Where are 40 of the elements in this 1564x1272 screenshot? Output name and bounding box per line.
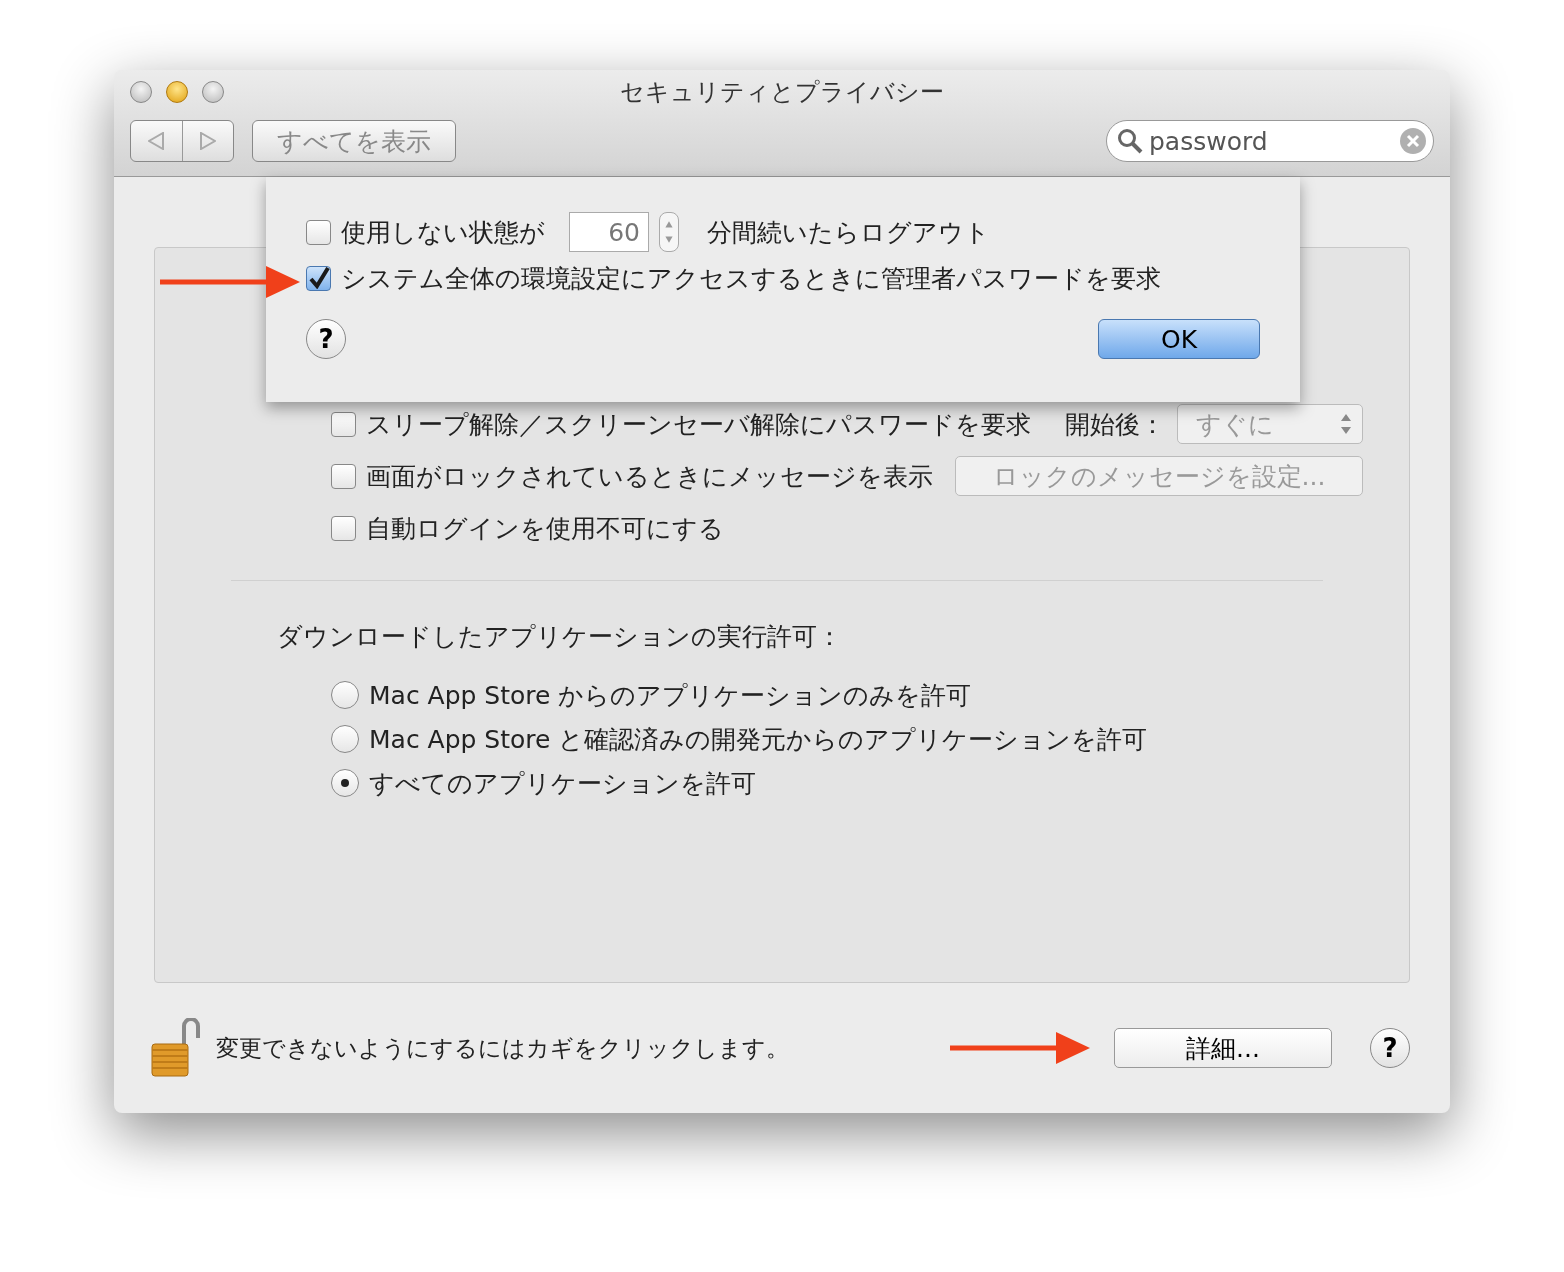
checkbox[interactable] bbox=[331, 463, 356, 489]
navigation-control[interactable] bbox=[130, 120, 234, 162]
help-button[interactable]: ? bbox=[306, 319, 346, 359]
close-button[interactable] bbox=[130, 81, 152, 103]
ok-button[interactable]: OK bbox=[1098, 319, 1260, 359]
left-triangle-icon bbox=[148, 132, 165, 150]
option-label: スリープ解除／スクリーンセーバ解除にパスワードを要求 bbox=[366, 408, 1031, 441]
checkbox[interactable] bbox=[306, 265, 331, 291]
stepper[interactable] bbox=[659, 212, 679, 252]
option-label: 使用しない状態が bbox=[341, 216, 545, 249]
radio-label: Mac App Store からのアプリケーションのみを許可 bbox=[369, 679, 972, 712]
checkbox[interactable] bbox=[306, 219, 331, 245]
minimize-button[interactable] bbox=[166, 81, 188, 103]
open-padlock-icon[interactable] bbox=[150, 1018, 202, 1078]
radio-label: Mac App Store と確認済みの開発元からのアプリケーションを許可 bbox=[369, 723, 1148, 756]
help-button[interactable]: ? bbox=[1370, 1028, 1410, 1068]
section-heading: ダウンロードしたアプリケーションの実行許可： bbox=[277, 620, 843, 653]
minutes-field[interactable]: 60 bbox=[569, 212, 649, 252]
radio-label: すべてのアプリケーションを許可 bbox=[369, 767, 756, 800]
zoom-button[interactable] bbox=[202, 81, 224, 103]
lock-hint: 変更できないようにするにはカギをクリックします。 bbox=[216, 1033, 789, 1063]
up-down-arrows-icon bbox=[1340, 412, 1352, 436]
clear-icon[interactable] bbox=[1399, 127, 1427, 155]
search-input[interactable]: password bbox=[1147, 125, 1395, 157]
checkbox[interactable] bbox=[331, 411, 356, 437]
search-icon bbox=[1117, 128, 1143, 154]
radio-button[interactable] bbox=[331, 681, 359, 709]
option-label: 自動ログインを使用不可にする bbox=[366, 512, 724, 545]
checkmark-icon bbox=[307, 267, 330, 289]
window-title: セキュリティとプライバシー bbox=[619, 77, 945, 108]
option-label: 分間続いたらログアウト bbox=[707, 216, 990, 249]
radio-button[interactable] bbox=[331, 725, 359, 753]
radio-button[interactable] bbox=[331, 769, 359, 797]
checkbox[interactable] bbox=[331, 515, 356, 541]
right-triangle-icon bbox=[199, 132, 216, 150]
search-bar[interactable]: password bbox=[1106, 120, 1434, 162]
option-label: システム全体の環境設定にアクセスするときに管理者パスワードを要求 bbox=[341, 262, 1161, 295]
advanced-button[interactable]: 詳細... bbox=[1114, 1028, 1332, 1068]
delay-label: 開始後： bbox=[1065, 408, 1165, 441]
option-label: 画面がロックされているときにメッセージを表示 bbox=[366, 460, 933, 493]
